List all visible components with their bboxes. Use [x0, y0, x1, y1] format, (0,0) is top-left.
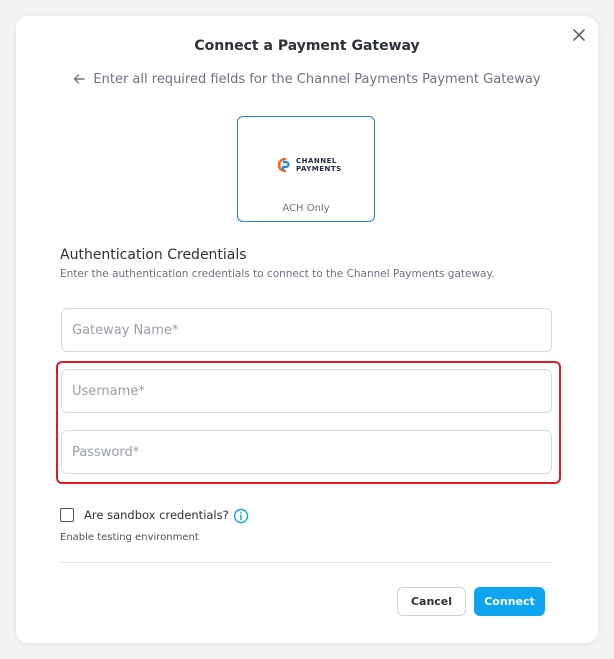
footer-divider: [60, 562, 553, 563]
username-input[interactable]: [61, 369, 552, 413]
gateway-tag: ACH Only: [282, 203, 330, 214]
logo-line-1: CHANNEL: [296, 157, 337, 165]
channel-payments-logo-mark: [277, 157, 290, 173]
sandbox-hint: Enable testing environment: [60, 532, 199, 543]
logo-line-2: PAYMENTS: [296, 165, 342, 173]
subtitle-text: Enter all required fields for the Channe…: [93, 72, 541, 87]
sandbox-checkbox[interactable]: [60, 508, 74, 522]
password-input[interactable]: [61, 430, 552, 474]
connect-gateway-modal: Connect a Payment Gateway Enter all requ…: [16, 16, 598, 643]
gateway-name-input[interactable]: [61, 308, 552, 352]
sandbox-label: Are sandbox credentials?: [84, 508, 229, 522]
channel-payments-logo: CHANNEL PAYMENTS: [276, 157, 342, 173]
cancel-button[interactable]: Cancel: [397, 587, 466, 616]
gateway-card-channel-payments[interactable]: CHANNEL PAYMENTS ACH Only: [237, 116, 375, 222]
modal-subtitle: Enter all required fields for the Channe…: [16, 72, 598, 87]
arrow-left-icon[interactable]: [73, 73, 86, 85]
auth-section-title: Authentication Credentials: [60, 247, 247, 263]
auth-section-desc: Enter the authentication credentials to …: [60, 268, 495, 280]
connect-button[interactable]: Connect: [474, 587, 545, 616]
info-icon[interactable]: [233, 508, 249, 524]
modal-title: Connect a Payment Gateway: [194, 38, 420, 54]
logo-text: CHANNEL PAYMENTS: [296, 157, 342, 173]
